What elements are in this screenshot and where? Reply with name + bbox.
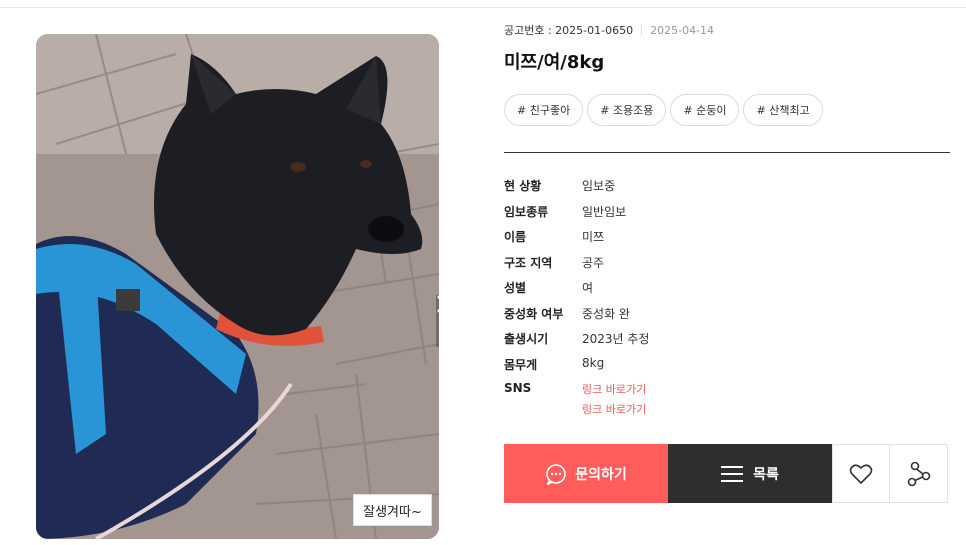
inquiry-button[interactable]: 문의하기 <box>504 444 668 503</box>
sns-label: SNS <box>504 381 532 395</box>
detail-label: 몸무게 <box>504 357 538 372</box>
section-divider <box>504 152 950 153</box>
detail-value: 여 <box>582 281 594 295</box>
detail-label: 이름 <box>504 230 527 244</box>
photo-caption: 잘생겨따~ <box>353 494 432 526</box>
detail-row: 현 상황 임보중 <box>504 177 649 203</box>
list-label: 목록 <box>753 465 779 482</box>
pet-photo: 잘생겨따~ <box>36 34 439 539</box>
chat-bubble-icon <box>546 463 567 485</box>
detail-value: 2023년 추정 <box>582 332 650 346</box>
detail-value: 공주 <box>582 255 605 270</box>
detail-value: 미쯔 <box>582 230 605 244</box>
dog-illustration <box>36 34 439 539</box>
detail-row: 출생시기 2023년 추정 <box>504 330 649 356</box>
notice-number: 공고번호 : 2025-01-0650 <box>504 24 634 37</box>
detail-label: 구조 지역 <box>504 255 553 270</box>
detail-row: 이름 미쯔 <box>504 228 649 254</box>
detail-row: 임보종류 일반임보 <box>504 203 649 229</box>
top-divider <box>0 0 966 8</box>
tag-chip[interactable]: # 순둥이 <box>670 94 740 126</box>
notice-meta: 공고번호 : 2025-01-0650 2025-04-14 <box>504 22 714 38</box>
next-photo-button[interactable] <box>436 295 439 347</box>
tag-chip[interactable]: # 산책최고 <box>743 94 823 126</box>
detail-value: 중성화 완 <box>582 306 630 321</box>
menu-icon <box>721 465 744 482</box>
tag-chip[interactable]: # 친구좋아 <box>504 94 584 126</box>
meta-separator <box>641 25 643 35</box>
detail-row: 몸무게 8kg <box>504 356 649 382</box>
notice-date: 2025-04-14 <box>650 23 715 37</box>
tag-chip[interactable]: # 조용조용 <box>587 94 667 126</box>
detail-row: 구조 지역 공주 <box>504 254 649 280</box>
detail-value: 일반임보 <box>582 204 627 219</box>
detail-label: 임보종류 <box>504 204 549 219</box>
tag-list: # 친구좋아 # 조용조용 # 순둥이 # 산책최고 <box>504 94 823 126</box>
detail-row: 성별 여 <box>504 279 649 305</box>
detail-row: 중성화 여부 중성화 완 <box>504 305 649 331</box>
detail-label: 중성화 여부 <box>504 306 564 321</box>
chevron-right-icon <box>437 295 439 313</box>
share-icon <box>907 461 930 486</box>
sns-link[interactable]: 링크 바로가기 <box>582 401 646 417</box>
sns-link[interactable]: 링크 바로가기 <box>582 381 646 397</box>
detail-label: 현 상황 <box>504 179 542 193</box>
share-button[interactable] <box>890 444 948 503</box>
page-title: 미쯔/여/8kg <box>504 52 605 73</box>
inquiry-label: 문의하기 <box>575 465 627 482</box>
detail-value: 임보중 <box>582 179 616 193</box>
heart-icon <box>849 463 873 484</box>
sns-row: SNS 링크 바로가기 링크 바로가기 <box>504 381 649 416</box>
detail-value: 8kg <box>582 355 605 370</box>
detail-label: 성별 <box>504 281 527 295</box>
like-button[interactable] <box>832 444 890 503</box>
sns-links: 링크 바로가기 링크 바로가기 <box>582 381 646 417</box>
list-button[interactable]: 목록 <box>668 444 832 503</box>
detail-list: 현 상황 임보중 임보종류 일반임보 이름 미쯔 구조 지역 공주 성별 여 중… <box>504 177 649 416</box>
detail-label: 출생시기 <box>504 332 549 346</box>
action-bar: 문의하기 목록 <box>504 444 948 503</box>
